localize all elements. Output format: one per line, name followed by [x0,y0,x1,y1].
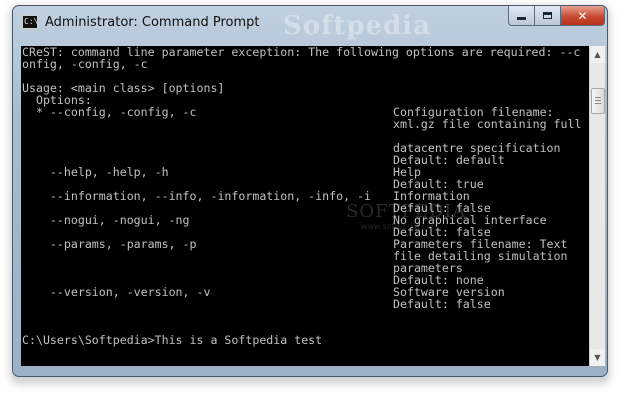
close-icon: ✕ [577,8,588,23]
console-line-text: * --config, -config, -c [22,105,197,119]
console-text: CReST: command line parameter exception:… [22,46,582,346]
minimize-button[interactable] [508,6,535,26]
console-line-description: xml.gz file containing full [393,117,582,131]
console-line: onfig, -config, -c [22,58,580,70]
scroll-thumb[interactable] [591,88,605,114]
title-bar[interactable]: C:\ Administrator: Command Prompt Softpe… [13,6,607,41]
console-line-text: --version, -version, -v [22,285,211,299]
console-line-text: --nogui, -nogui, -ng [22,213,190,227]
close-button[interactable]: ✕ [561,6,605,26]
console-line: Usage: <main class> [options] [22,82,580,94]
console-line-text: C:\Users\Softpedia>This is a Softpedia t… [22,333,323,347]
arrow-down-icon: ▼ [594,353,601,362]
console-output[interactable]: SOFTPEDIA www.softpedia.com CReST: comma… [21,46,589,366]
console-line: --help, -help, -h Help [22,166,580,178]
grip-line [595,103,601,104]
arrow-up-icon: ▲ [594,50,601,59]
console-line: --nogui, -nogui, -ng No graphical interfa… [22,214,580,226]
console-line-text: --information, --info, -information, -in… [22,189,372,203]
console-line: C:\Users\Softpedia>This is a Softpedia t… [22,334,580,346]
grip-line [595,97,601,98]
scroll-up-button[interactable]: ▲ [590,46,605,63]
console-line-text: --help, -help, -h [22,165,169,179]
minimize-icon [517,17,526,20]
cmd-icon[interactable]: C:\ [22,15,38,29]
console-line-text: onfig, -config, -c [22,57,148,71]
maximize-button[interactable] [535,6,561,26]
console-line: Default: false [22,298,580,310]
console-line-text: --params, -params, -p [22,237,197,251]
console-line: --version, -version, -v Software version [22,286,580,298]
maximize-icon [543,12,552,19]
console-line-description: Default: false [393,297,491,311]
console-line: file detailing simulation [22,250,580,262]
title-watermark: Softpedia [283,11,431,41]
console-line: xml.gz file containing full [22,117,582,131]
console-line: --information, --info, -information, -in… [22,190,580,202]
vertical-scrollbar[interactable]: ▲ ▼ [589,46,605,366]
console-line: parameters [22,262,580,274]
grip-line [595,100,601,101]
window-title: Administrator: Command Prompt [45,15,260,30]
scroll-down-button[interactable]: ▼ [590,349,605,366]
command-prompt-window[interactable]: C:\ Administrator: Command Prompt Softpe… [12,5,608,377]
